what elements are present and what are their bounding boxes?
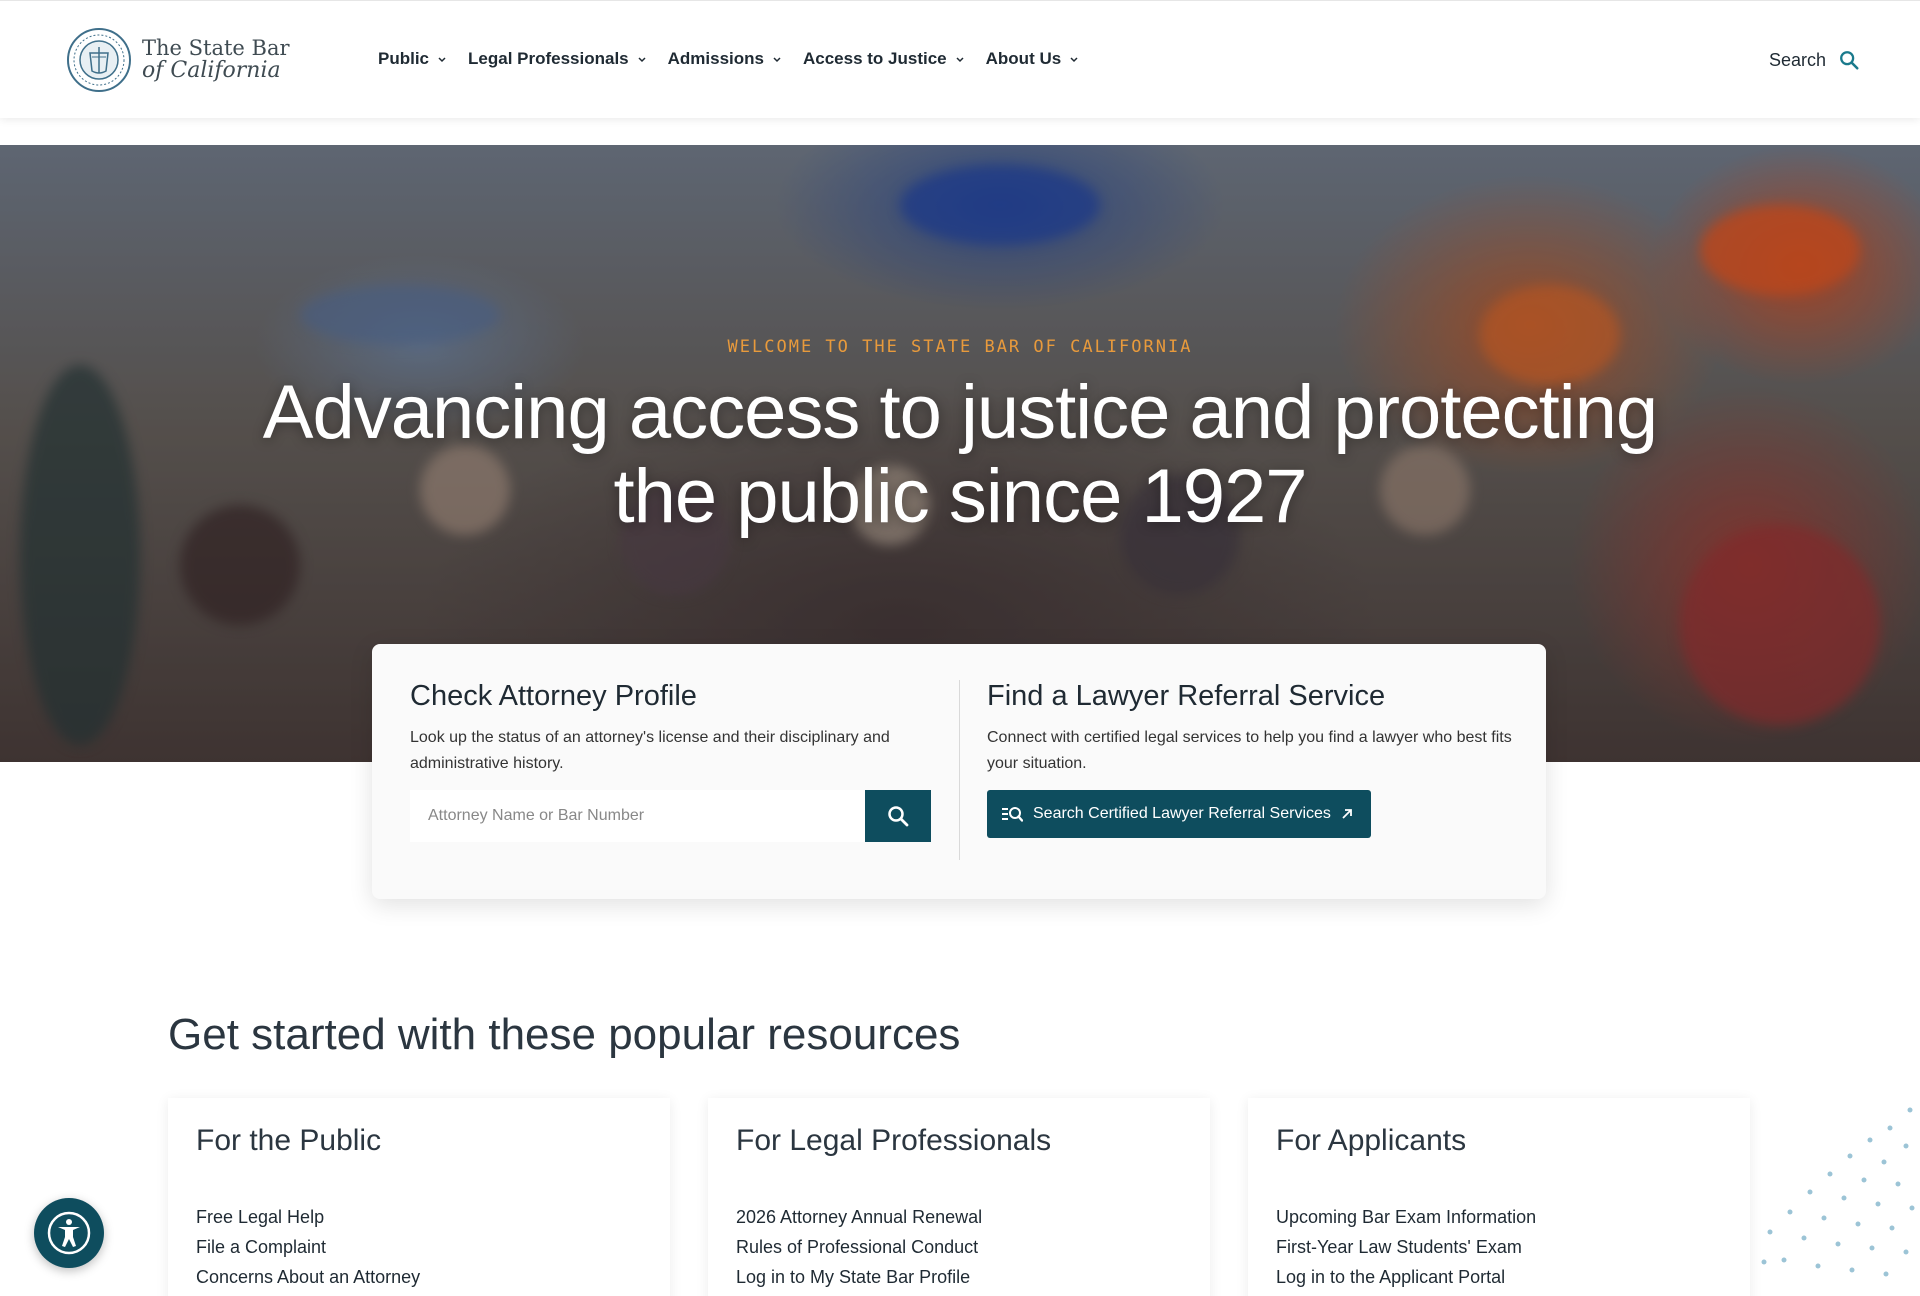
referral-description: Connect with certified legal services to…	[987, 729, 1512, 772]
hero-title: Advancing access to justice and protecti…	[262, 370, 1658, 539]
nav-about-us[interactable]: About Us	[986, 49, 1080, 69]
resource-card-heading: For Legal Professionals	[736, 1124, 1052, 1157]
resource-link[interactable]: Free Legal Help	[196, 1202, 420, 1232]
nav-label: Access to Justice	[803, 49, 947, 68]
resource-link[interactable]: Upcoming Bar Exam Information	[1276, 1202, 1536, 1232]
header-search-button[interactable]: Search	[1769, 49, 1860, 71]
main-nav: Public Legal Professionals Admissions Ac…	[378, 49, 1100, 69]
accessibility-icon	[47, 1211, 91, 1255]
nav-legal-professionals[interactable]: Legal Professionals	[468, 49, 647, 69]
referral-button-label: Search Certified Lawyer Referral Service…	[1033, 805, 1331, 822]
resource-card-public: For the Public Free Legal Help File a Co…	[168, 1098, 670, 1296]
attorney-search-input[interactable]	[410, 790, 865, 842]
list-search-icon	[1002, 807, 1023, 822]
resource-link[interactable]: File a Complaint	[196, 1232, 420, 1262]
referral-section: Find a Lawyer Referral Service Connect w…	[987, 680, 1517, 838]
resource-link-list: 2026 Attorney Annual Renewal Rules of Pr…	[736, 1202, 982, 1292]
nav-label: Public	[378, 49, 430, 68]
site-logo[interactable]: The State Bar of California	[66, 27, 290, 93]
resource-link-list: Free Legal Help File a Complaint Concern…	[196, 1202, 420, 1292]
chevron-down-icon	[1070, 57, 1078, 63]
chevron-down-icon	[773, 57, 781, 63]
chevron-down-icon	[956, 57, 964, 63]
nav-public[interactable]: Public	[378, 49, 447, 69]
resource-link[interactable]: Log in to the Applicant Portal	[1276, 1262, 1536, 1292]
external-arrow-icon	[1342, 809, 1352, 819]
referral-heading: Find a Lawyer Referral Service	[987, 680, 1386, 712]
search-icon	[1840, 51, 1859, 70]
resource-link-list: Upcoming Bar Exam Information First-Year…	[1276, 1202, 1536, 1292]
resources-title: Get started with these popular resources	[168, 1010, 961, 1059]
attorney-profile-section: Check Attorney Profile Look up the statu…	[410, 680, 940, 842]
resource-link[interactable]: 2026 Attorney Annual Renewal	[736, 1202, 982, 1232]
nav-admissions[interactable]: Admissions	[668, 49, 782, 69]
resource-link[interactable]: Log in to My State Bar Profile	[736, 1262, 982, 1292]
resource-card-applicants: For Applicants Upcoming Bar Exam Informa…	[1248, 1098, 1750, 1296]
card-divider	[959, 680, 960, 860]
hero-eyebrow: WELCOME TO THE STATE BAR OF CALIFORNIA	[727, 337, 1193, 357]
attorney-profile-heading: Check Attorney Profile	[410, 680, 697, 712]
search-referral-services-button[interactable]: Search Certified Lawyer Referral Service…	[987, 790, 1371, 838]
nav-access-to-justice[interactable]: Access to Justice	[803, 49, 965, 69]
resource-link[interactable]: First-Year Law Students' Exam	[1276, 1232, 1536, 1262]
attorney-search-form	[410, 790, 931, 842]
logo-line-2: of California	[142, 58, 281, 84]
resource-card-heading: For Applicants	[1276, 1124, 1467, 1157]
chevron-down-icon	[638, 57, 646, 63]
header-search-label: Search	[1768, 49, 1826, 70]
resource-link[interactable]: Rules of Professional Conduct	[736, 1232, 982, 1262]
decorative-dot-pattern	[1761, 1107, 1915, 1277]
resource-card-legal-professionals: For Legal Professionals 2026 Attorney An…	[708, 1098, 1210, 1296]
chevron-down-icon	[438, 57, 446, 63]
resource-link[interactable]: Concerns About an Attorney	[196, 1262, 420, 1292]
logo-line-1: The State Bar	[142, 36, 290, 61]
nav-label: Admissions	[667, 49, 764, 68]
lookup-card: Check Attorney Profile Look up the statu…	[372, 644, 1546, 899]
accessibility-widget-button[interactable]	[34, 1198, 104, 1268]
resource-card-heading: For the Public	[196, 1124, 382, 1157]
attorney-profile-description: Look up the status of an attorney's lice…	[410, 729, 890, 772]
attorney-search-button[interactable]	[865, 790, 931, 842]
search-icon	[888, 806, 909, 827]
site-header: The State Bar of California Public Legal…	[0, 0, 1920, 118]
state-bar-seal-icon	[67, 28, 131, 92]
nav-label: Legal Professionals	[468, 49, 629, 68]
nav-label: About Us	[985, 49, 1062, 68]
